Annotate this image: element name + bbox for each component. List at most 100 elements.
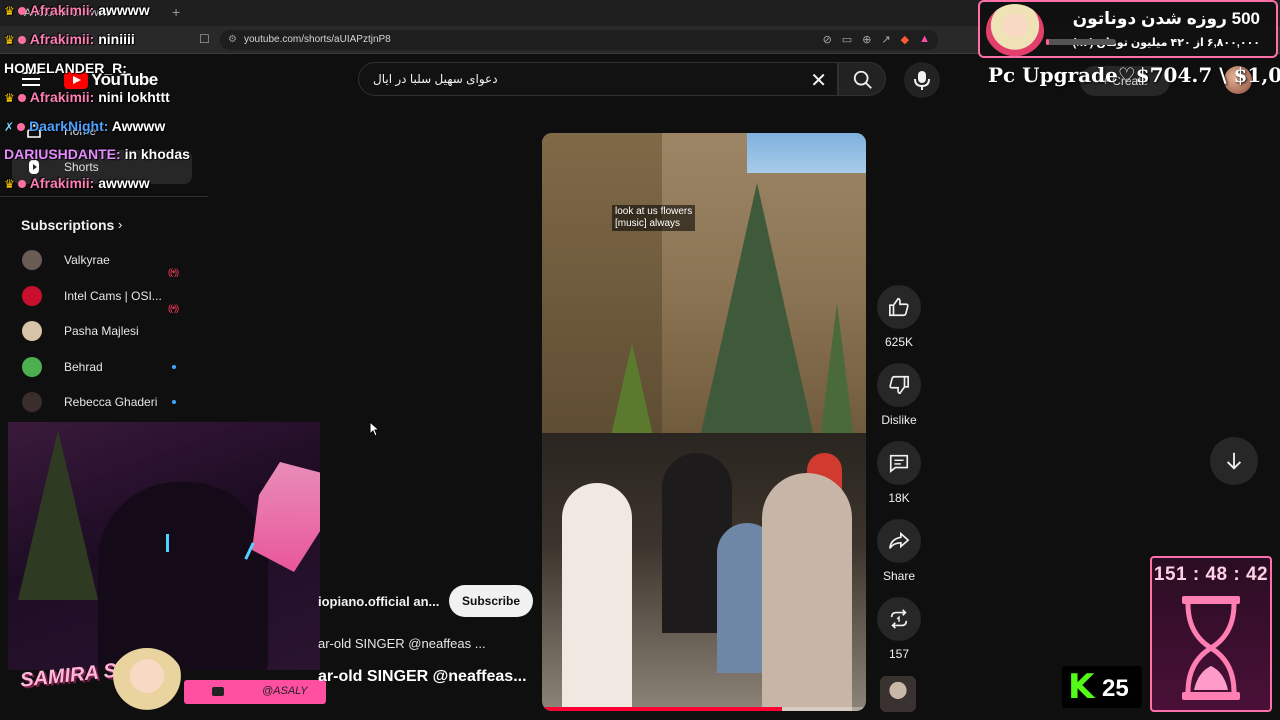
share-icon xyxy=(889,531,910,549)
chat-text: in khodas xyxy=(124,146,190,162)
donation-goal-panel: 500 روزه شدن دوناتون ۶,۸۰۰,۰۰۰ از ۴۲۰ می… xyxy=(978,0,1278,58)
bookmark-icon[interactable]: ☐ xyxy=(199,32,210,46)
streamer-avatar xyxy=(110,648,184,718)
chat-message: ♛ Afrakimii: nini lokhttt xyxy=(4,89,170,111)
url-field[interactable]: ⚙ youtube.com/shorts/aUIAPztjnP8 ⊘ ▭ ⊕ ↗… xyxy=(220,30,938,50)
rewards-icon[interactable]: ▲ xyxy=(919,33,930,46)
user-dot-icon xyxy=(17,36,26,44)
chat-username: Afrakimii: xyxy=(29,2,95,18)
dislike-label: Dislike xyxy=(881,413,917,427)
crown-icon: ♛ xyxy=(4,33,15,47)
streamer-avatar xyxy=(986,4,1044,58)
video-sky xyxy=(747,133,866,173)
new-content-dot xyxy=(172,365,176,369)
short-title[interactable]: ar-old SINGER @neaffeas... xyxy=(318,668,527,686)
chat-message: ♛ Afrakimii: niniiii xyxy=(4,31,135,53)
avatar xyxy=(22,321,42,341)
avatar xyxy=(22,392,42,412)
comment-icon xyxy=(889,454,909,473)
zoom-icon[interactable]: ⊕ xyxy=(862,33,871,46)
new-content-dot xyxy=(172,400,176,404)
video-tree xyxy=(692,183,822,473)
chat-text: Awwww xyxy=(111,118,166,134)
kick-logo-icon: K xyxy=(1068,667,1095,707)
kick-viewer-count: K 25 xyxy=(1062,666,1142,708)
comment-count: 18K xyxy=(888,491,910,505)
chat-message: HOMELANDER_R: xyxy=(4,60,127,82)
thumbs-down-icon xyxy=(889,375,909,395)
remix-button[interactable]: 157 xyxy=(876,597,922,661)
pc-upgrade-goal: Pc Upgrade♡$704.7 \ $1,000 xyxy=(988,63,1280,87)
user-dot-icon xyxy=(17,123,26,131)
sidebar-item-rebecca-ghaderi[interactable]: Rebecca Ghaderi xyxy=(12,385,192,419)
timer-text: 151 : 48 : 42 xyxy=(1153,564,1269,585)
chevron-right-icon[interactable]: › xyxy=(118,217,122,232)
chat-message: DARIUSHDANTE: in khodas xyxy=(4,146,190,168)
subscription-name: Intel Cams | OSI... xyxy=(64,289,162,303)
avatar xyxy=(22,286,42,306)
microphone-icon xyxy=(914,71,930,90)
like-button[interactable]: 625K xyxy=(876,285,922,349)
search-input[interactable]: دعوای سهیل سلبا در ایال ✕ xyxy=(358,62,838,96)
clear-search-icon[interactable]: ✕ xyxy=(810,68,827,93)
subscription-name: Pasha Majlesi xyxy=(64,324,139,338)
short-description[interactable]: ar-old SINGER @neaffeas ... xyxy=(318,636,486,651)
chat-text: awwww xyxy=(98,2,150,18)
crown-icon: ♛ xyxy=(4,4,15,18)
sidebar-item-behrad[interactable]: Behrad xyxy=(12,350,192,384)
chat-text: nini lokhttt xyxy=(98,89,170,105)
url-text: youtube.com/shorts/aUIAPztjnP8 xyxy=(244,34,391,45)
search-button[interactable] xyxy=(838,62,886,96)
user-dot-icon xyxy=(17,94,26,102)
chat-username: DaarkNight: xyxy=(29,118,109,134)
streamer-webcam xyxy=(8,422,320,670)
chat-username: Afrakimii: xyxy=(29,31,95,47)
subscription-name: Behrad xyxy=(64,360,103,374)
sword-icon: ✗ xyxy=(4,120,15,134)
chat-message: ♛ Afrakimii: awwww xyxy=(4,2,150,24)
chat-message: ✗ DaarkNight: Awwww xyxy=(4,118,165,140)
hourglass-icon xyxy=(1182,596,1240,700)
share-button[interactable]: Share xyxy=(876,519,922,583)
sidebar-item-valkyrae[interactable]: Valkyrae ((•)) xyxy=(12,243,192,277)
video-progress-bar[interactable] xyxy=(542,707,866,711)
channel-avatar[interactable] xyxy=(880,676,916,712)
short-channel-name[interactable]: iopiano.official an... xyxy=(318,594,439,609)
headset-light xyxy=(166,534,169,552)
streamer-handle: @ASALY xyxy=(262,685,308,697)
comments-button[interactable]: 18K xyxy=(876,441,922,505)
subscriptions-title[interactable]: Subscriptions xyxy=(21,217,114,233)
donation-progress-fill xyxy=(1046,39,1049,45)
subscribe-button[interactable]: Subscribe xyxy=(449,585,533,617)
search-icon xyxy=(853,70,872,89)
chat-text: awwww xyxy=(98,175,150,191)
sidebar-item-intel-cams[interactable]: Intel Cams | OSI... ((•)) xyxy=(12,279,192,313)
short-video-player[interactable]: look at us flowers [music] always xyxy=(542,133,866,711)
chat-username: DARIUSHDANTE: xyxy=(4,146,121,162)
share-page-icon[interactable]: ↗ xyxy=(881,33,890,46)
chat-username: Afrakimii: xyxy=(29,89,95,105)
user-dot-icon xyxy=(17,7,26,15)
sidebar-item-pasha-majlesi[interactable]: Pasha Majlesi xyxy=(12,314,192,348)
viewer-count: 25 xyxy=(1102,675,1129,702)
next-short-button[interactable] xyxy=(1210,437,1258,485)
christmas-tree xyxy=(18,430,98,600)
site-info-icon[interactable]: ⚙ xyxy=(228,34,237,45)
eye-off-icon[interactable]: ⊘ xyxy=(823,33,832,46)
cast-icon[interactable]: ▭ xyxy=(842,33,852,46)
chat-username: HOMELANDER_R: xyxy=(4,60,127,76)
subathon-timer: 151 : 48 : 42 xyxy=(1150,556,1272,712)
avatar xyxy=(22,357,42,377)
share-label: Share xyxy=(882,569,916,583)
dislike-button[interactable]: Dislike xyxy=(876,363,922,427)
remix-count: 157 xyxy=(888,647,910,661)
new-tab-icon[interactable]: + xyxy=(172,4,180,20)
video-caption: look at us flowers [music] always xyxy=(612,205,696,231)
subscription-name: Rebecca Ghaderi xyxy=(64,395,158,409)
youtube-icon xyxy=(212,687,224,696)
donation-progress-bar xyxy=(1046,39,1116,45)
voice-search-button[interactable] xyxy=(904,62,940,98)
streamer-silhouette xyxy=(98,482,268,670)
video-person xyxy=(562,483,632,711)
brave-shield-icon[interactable]: ◆ xyxy=(901,33,909,46)
